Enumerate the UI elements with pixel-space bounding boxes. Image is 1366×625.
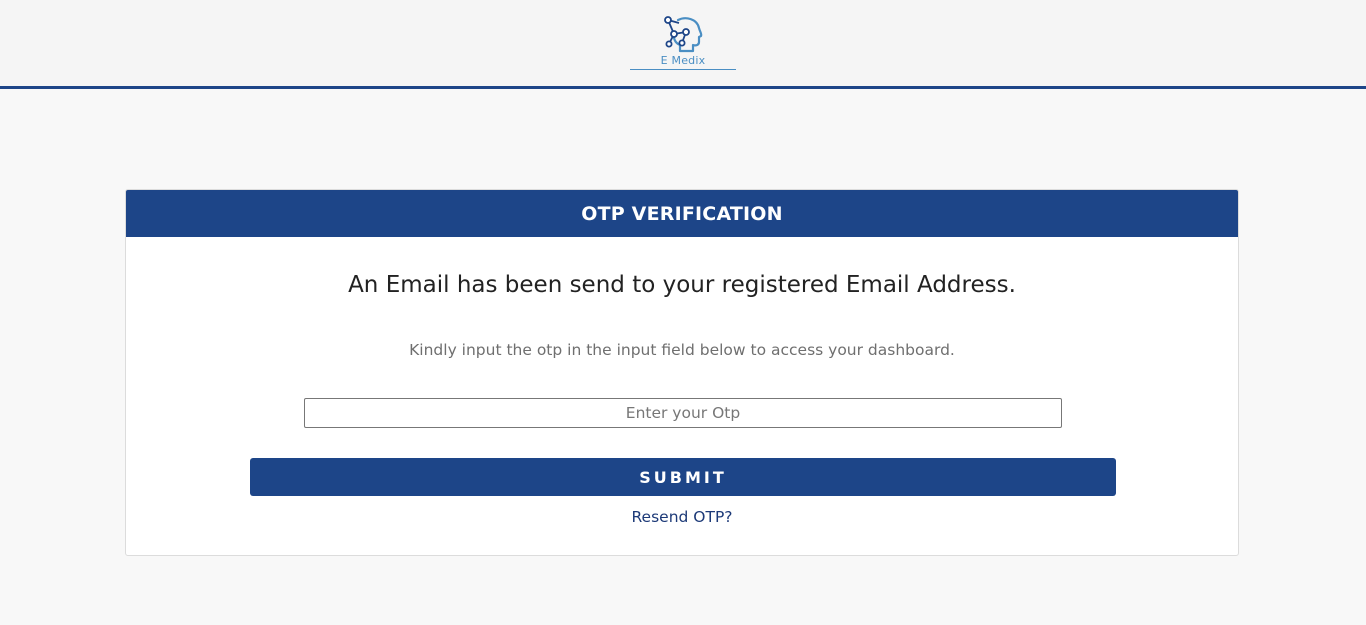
- email-sent-heading: An Email has been send to your registere…: [348, 272, 1016, 298]
- otp-card: OTP VERIFICATION An Email has been send …: [125, 189, 1239, 556]
- top-header: E Medix: [0, 0, 1366, 89]
- card-title: OTP VERIFICATION: [126, 190, 1238, 237]
- emedix-logo[interactable]: E Medix: [630, 14, 736, 71]
- otp-input[interactable]: [304, 398, 1062, 428]
- resend-container: Resend OTP?: [126, 508, 1238, 526]
- instruction-text: Kindly input the otp in the input field …: [409, 341, 955, 359]
- logo-underline: [630, 69, 736, 70]
- resend-otp-link[interactable]: Resend OTP?: [631, 508, 732, 526]
- logo-text: E Medix: [660, 54, 706, 67]
- head-network-icon: [664, 16, 703, 53]
- submit-button[interactable]: SUBMIT: [250, 458, 1116, 496]
